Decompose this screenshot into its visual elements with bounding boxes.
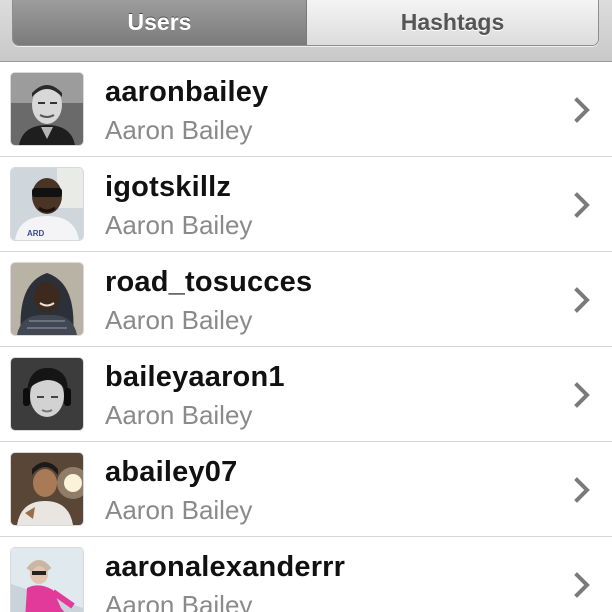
list-item[interactable]: aaronbailey Aaron Bailey [0,62,612,157]
username: aaronbailey [105,76,269,108]
list-item[interactable]: aaronalexanderrr Aaron Bailey [0,537,612,612]
user-photo-icon [11,263,83,335]
user-results-list: aaronbailey Aaron Bailey ARD igotskillz [0,62,612,612]
avatar: ARD [11,168,83,240]
list-item[interactable]: road_tosucces Aaron Bailey [0,252,612,347]
user-photo-icon [11,548,83,612]
chevron-right-icon [574,287,590,313]
username: igotskillz [105,171,232,203]
chevron-right-icon [574,382,590,408]
list-item[interactable]: baileyaaron1 Aaron Bailey [0,347,612,442]
username: road_tosucces [105,266,313,298]
avatar [11,73,83,145]
svg-text:ARD: ARD [27,229,45,238]
full-name: Aaron Bailey [105,210,253,240]
avatar [11,358,83,430]
user-search-screen: Users Hashtags aaronbailey Aaron Bailey … [0,0,612,612]
chevron-right-icon [574,97,590,123]
segmented-control: Users Hashtags [12,0,599,46]
user-photo-icon: ARD [11,168,83,240]
full-name: Aaron Bailey [105,305,253,335]
tab-hashtags[interactable]: Hashtags [307,0,598,45]
tab-hashtags-label: Hashtags [400,8,505,35]
chevron-right-icon [574,572,590,598]
list-item[interactable]: ARD igotskillz Aaron Bailey [0,157,612,252]
chevron-right-icon [574,477,590,503]
list-item[interactable]: abailey07 Aaron Bailey [0,442,612,537]
avatar [11,453,83,525]
full-name: Aaron Bailey [105,115,253,145]
full-name: Aaron Bailey [105,495,253,525]
username: aaronalexanderrr [105,551,346,583]
username: abailey07 [105,456,238,488]
user-photo-icon [11,73,83,145]
tab-users[interactable]: Users [13,0,307,45]
avatar [11,548,83,612]
chevron-right-icon [574,192,590,218]
user-photo-icon [11,358,83,430]
user-photo-icon [11,453,83,525]
username: baileyaaron1 [105,361,285,393]
avatar [11,263,83,335]
search-scope-bar: Users Hashtags [0,0,612,62]
full-name: Aaron Bailey [105,400,253,430]
tab-users-label: Users [127,8,192,35]
full-name: Aaron Bailey [105,590,253,612]
